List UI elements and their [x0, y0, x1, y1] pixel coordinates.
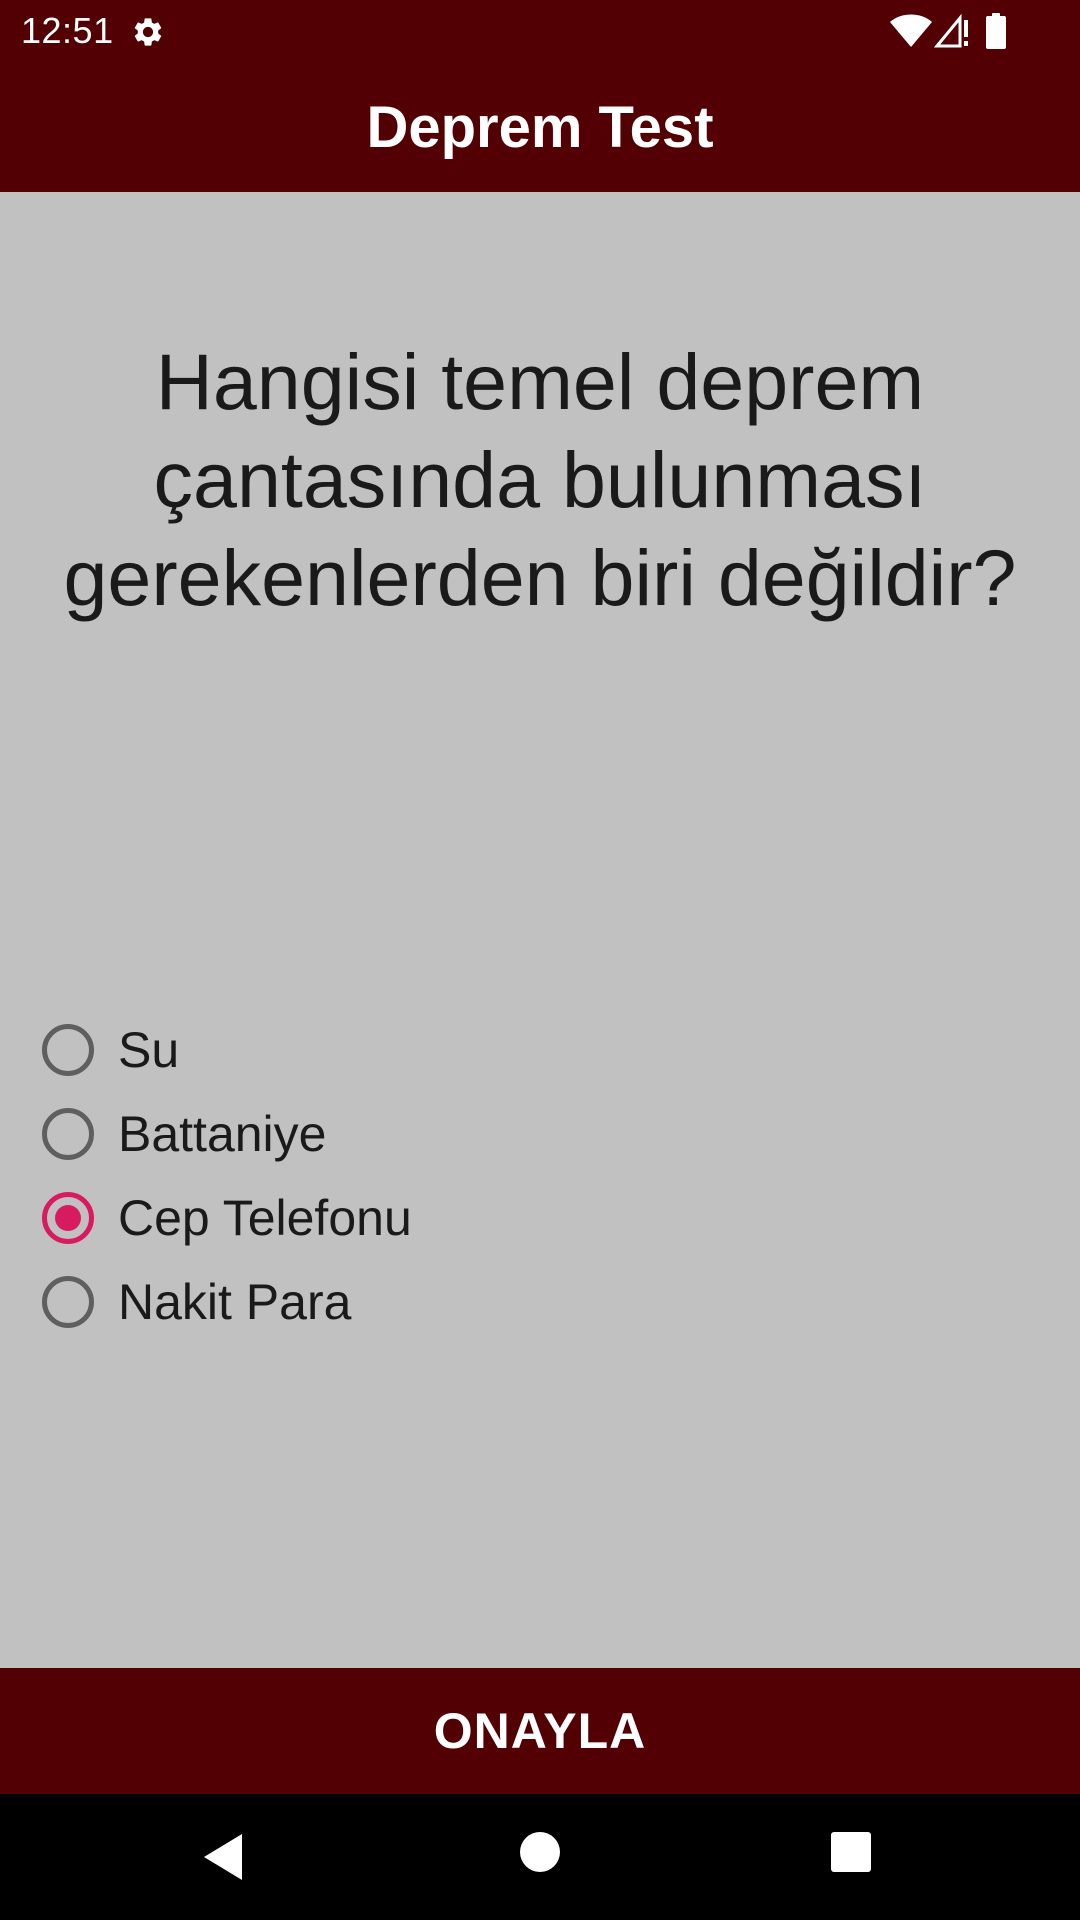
cell-signal-icon [934, 14, 968, 48]
option-label: Nakit Para [118, 1274, 352, 1330]
option-label: Battaniye [118, 1106, 327, 1162]
option-label: Su [118, 1022, 180, 1078]
answer-options: Su Battaniye Cep Telefonu Nakit Para [38, 1008, 838, 1344]
screen: 12:51 Deprem Test Hangisi temel deprem ç… [0, 0, 1080, 1920]
recents-icon[interactable] [831, 1832, 871, 1872]
radio-button[interactable] [42, 1108, 94, 1160]
option-su[interactable]: Su [38, 1008, 838, 1092]
status-time: 12:51 [21, 10, 114, 51]
option-cep-telefonu[interactable]: Cep Telefonu [38, 1176, 838, 1260]
radio-button-selected[interactable] [42, 1192, 94, 1244]
top-bars: 12:51 Deprem Test [0, 0, 1080, 192]
home-icon[interactable] [520, 1832, 560, 1872]
radio-button[interactable] [42, 1276, 94, 1328]
status-bar: 12:51 [0, 0, 1080, 63]
radio-button[interactable] [42, 1024, 94, 1076]
navigation-bar [0, 1794, 1080, 1920]
battery-icon [986, 13, 1006, 49]
confirm-button[interactable]: ONAYLA [0, 1668, 1080, 1794]
back-icon[interactable] [200, 1830, 250, 1884]
option-nakit-para[interactable]: Nakit Para [38, 1260, 838, 1344]
app-title: Deprem Test [366, 94, 714, 160]
wifi-icon [890, 14, 932, 47]
gear-icon [134, 18, 162, 46]
question-text: Hangisi temel deprem çantasında bulunmas… [63, 337, 1017, 622]
app-bar: Deprem Test [0, 63, 1080, 192]
option-battaniye[interactable]: Battaniye [38, 1092, 838, 1176]
option-label: Cep Telefonu [118, 1190, 412, 1246]
